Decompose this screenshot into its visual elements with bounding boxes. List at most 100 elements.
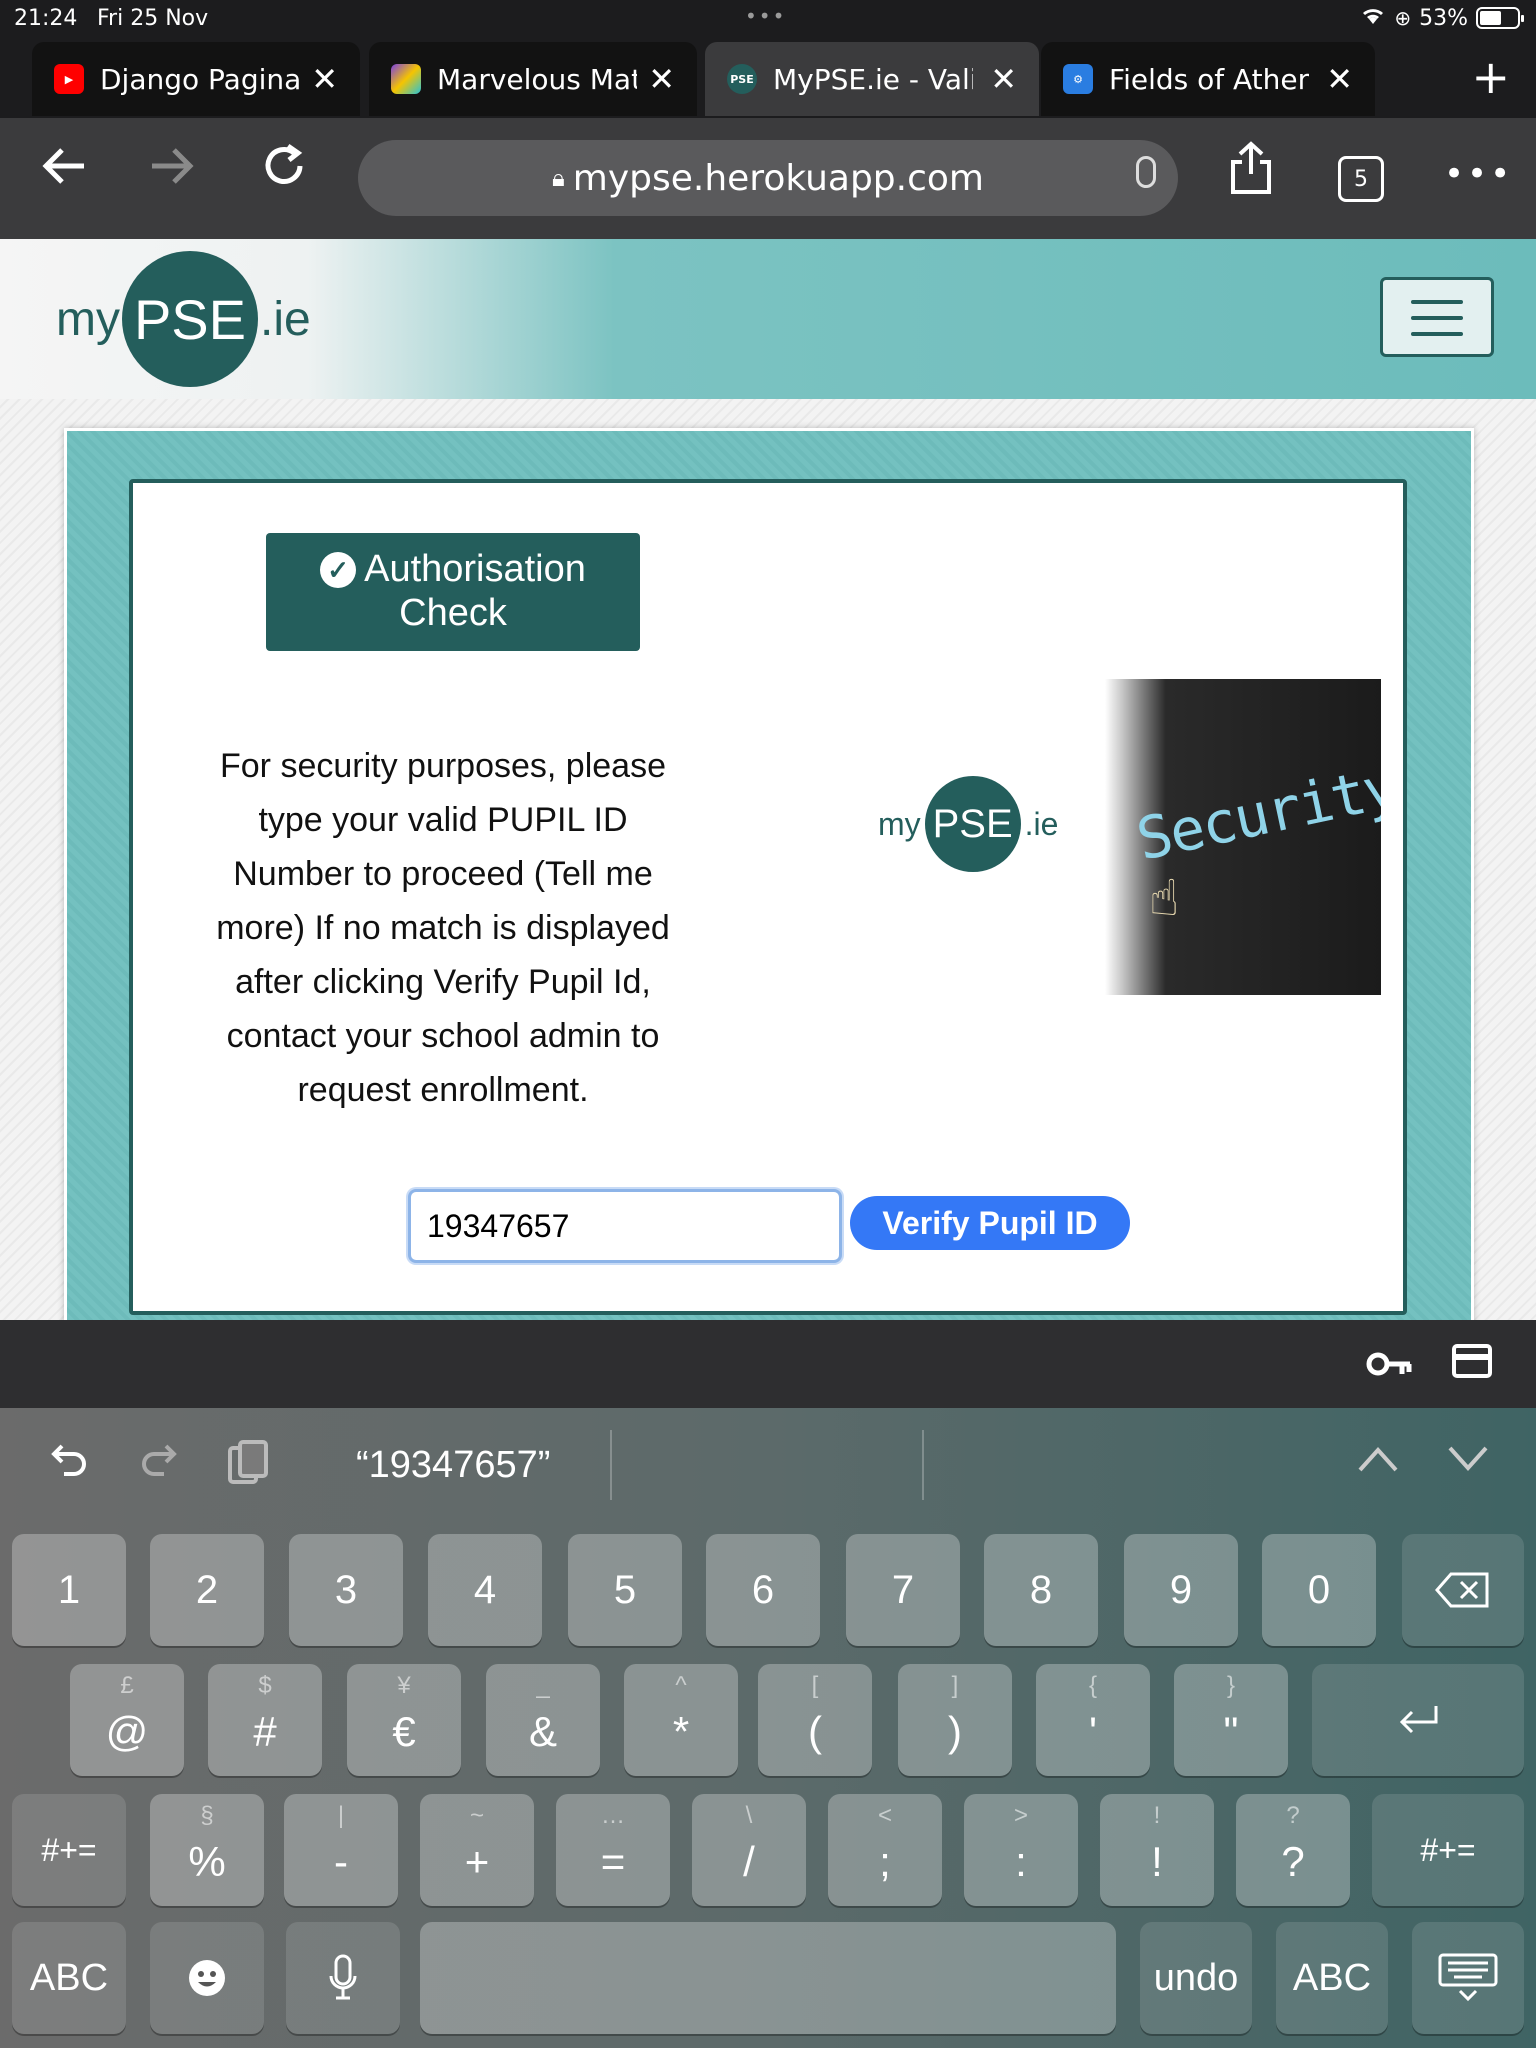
backspace-icon bbox=[1402, 1534, 1524, 1646]
previous-field-icon[interactable] bbox=[1356, 1438, 1400, 1484]
tab-fields-of-athen[interactable]: ⚙ Fields of Athen ✕ bbox=[1041, 42, 1375, 116]
authorisation-card: ✓ Authorisation Check For security purpos… bbox=[129, 479, 1407, 1315]
on-screen-keyboard: “19347657” 1 2 3 4 5 6 7 8 9 0 £ @ $ # ¥ € … bbox=[0, 1408, 1536, 2048]
hide-keyboard-key[interactable] bbox=[1412, 1922, 1524, 2034]
autocomplete-suggestion[interactable]: “19347657” bbox=[356, 1444, 550, 1487]
symbols-key-left[interactable]: #+= bbox=[12, 1794, 126, 1906]
youtube-icon: ▶ bbox=[54, 64, 84, 94]
address-bar[interactable]: 🔒︎ mypse.herokuapp.com bbox=[358, 140, 1178, 216]
key-euro[interactable]: ¥ € bbox=[347, 1664, 461, 1776]
security-image-text: Security bbox=[1130, 752, 1381, 874]
key-asterisk[interactable]: ^ * bbox=[624, 1664, 738, 1776]
emoji-key[interactable] bbox=[150, 1922, 264, 2034]
logo-my: my bbox=[878, 805, 921, 842]
more-menu-icon[interactable]: ••• bbox=[1444, 154, 1513, 194]
auth-line1: Authorisation bbox=[364, 548, 586, 590]
undo-key[interactable]: undo bbox=[1140, 1922, 1252, 2034]
close-tab-icon[interactable]: ✕ bbox=[990, 60, 1017, 98]
key-icon[interactable] bbox=[1366, 1344, 1414, 1384]
key-7[interactable]: 7 bbox=[846, 1534, 960, 1646]
key-hash[interactable]: $ # bbox=[208, 1664, 322, 1776]
key-6[interactable]: 6 bbox=[706, 1534, 820, 1646]
dictation-key[interactable] bbox=[286, 1922, 400, 2034]
status-bar: 21:24 Fri 25 Nov ••• ⊕ 53% bbox=[0, 0, 1536, 40]
battery-icon bbox=[1476, 7, 1524, 29]
key-question[interactable]: ?? bbox=[1236, 1794, 1350, 1906]
logo-pse: PSE bbox=[924, 776, 1021, 872]
space-key[interactable] bbox=[420, 1922, 1116, 2034]
tab-count-button[interactable]: 5 bbox=[1338, 156, 1384, 202]
redo-icon[interactable] bbox=[136, 1438, 180, 1492]
key-9[interactable]: 9 bbox=[1124, 1534, 1238, 1646]
multitasking-dots-icon[interactable]: ••• bbox=[745, 4, 786, 28]
site-logo-small: my PSE .ie bbox=[878, 776, 1058, 872]
key-quote[interactable]: } " bbox=[1174, 1664, 1288, 1776]
key-2[interactable]: 2 bbox=[150, 1534, 264, 1646]
site-logo[interactable]: my PSE .ie bbox=[56, 251, 311, 387]
security-message: For security purposes, please type your … bbox=[216, 747, 670, 1109]
key-plus[interactable]: ~ + bbox=[420, 1794, 534, 1906]
back-arrow-icon[interactable] bbox=[38, 140, 90, 205]
tab-mypse[interactable]: PSE MyPSE.ie - Vali ✕ bbox=[705, 42, 1039, 116]
key-percent[interactable]: §% bbox=[150, 1794, 264, 1906]
check-circle-icon: ✓ bbox=[320, 552, 357, 588]
url-text: mypse.herokuapp.com bbox=[572, 157, 984, 199]
key-semicolon[interactable]: <; bbox=[828, 1794, 942, 1906]
paste-icon[interactable] bbox=[226, 1438, 270, 1496]
hamburger-menu-button[interactable] bbox=[1380, 277, 1494, 357]
symbols-key-right[interactable]: #+= bbox=[1372, 1794, 1524, 1906]
tab-django-paginat[interactable]: ▶ Django Paginat ✕ bbox=[32, 42, 360, 116]
wifi-icon bbox=[1360, 4, 1386, 32]
tab-title: MyPSE.ie - Vali bbox=[773, 62, 973, 96]
security-image: Security ☝ bbox=[1105, 679, 1381, 995]
suggestion-separator bbox=[922, 1430, 924, 1500]
tab-title: Marvelous Matc bbox=[437, 62, 637, 96]
pointer-hand-icon: ☝ bbox=[1149, 869, 1180, 927]
close-tab-icon[interactable]: ✕ bbox=[311, 60, 338, 98]
abc-key-right[interactable]: ABC bbox=[1276, 1922, 1388, 2034]
microphone-icon bbox=[286, 1922, 400, 2034]
suggestion-separator bbox=[610, 1430, 612, 1500]
credit-card-icon[interactable] bbox=[1452, 1344, 1492, 1378]
close-tab-icon[interactable]: ✕ bbox=[648, 60, 675, 98]
key-3[interactable]: 3 bbox=[289, 1534, 403, 1646]
forward-arrow-icon[interactable] bbox=[146, 140, 198, 205]
abc-key-left[interactable]: ABC bbox=[12, 1922, 126, 2034]
key-slash[interactable]: \ / bbox=[692, 1794, 806, 1906]
key-ampersand[interactable]: _ & bbox=[486, 1664, 600, 1776]
logo-pse: PSE bbox=[121, 251, 258, 387]
verify-pupil-id-button[interactable]: Verify Pupil ID bbox=[850, 1196, 1130, 1250]
logo-ie: .ie bbox=[1024, 805, 1059, 842]
backspace-key[interactable] bbox=[1402, 1534, 1524, 1646]
auth-line2: Check bbox=[399, 592, 507, 634]
tab-title: Django Paginat bbox=[100, 62, 300, 96]
key-8[interactable]: 8 bbox=[984, 1534, 1098, 1646]
keyboard-dismiss-icon bbox=[1412, 1922, 1524, 2034]
key-apostrophe[interactable]: {' bbox=[1036, 1664, 1150, 1776]
reload-icon[interactable] bbox=[258, 140, 310, 205]
tab-marvelous-matc[interactable]: Marvelous Matc ✕ bbox=[369, 42, 697, 116]
key-at[interactable]: £ @ bbox=[70, 1664, 184, 1776]
key-close-paren[interactable]: ]) bbox=[898, 1664, 1012, 1776]
microphone-icon[interactable] bbox=[1136, 156, 1156, 188]
logo-my: my bbox=[56, 292, 120, 346]
next-field-icon[interactable] bbox=[1446, 1438, 1490, 1484]
return-key[interactable] bbox=[1312, 1664, 1524, 1776]
key-minus[interactable]: | - bbox=[284, 1794, 398, 1906]
new-tab-icon[interactable]: + bbox=[1471, 50, 1510, 104]
web-page: my PSE .ie ✓ Authorisation Check For secu… bbox=[0, 239, 1536, 1320]
key-equals[interactable]: … = bbox=[556, 1794, 670, 1906]
undo-icon[interactable] bbox=[48, 1438, 92, 1492]
key-colon[interactable]: >: bbox=[964, 1794, 1078, 1906]
status-date: Fri 25 Nov bbox=[97, 6, 209, 31]
key-1[interactable]: 1 bbox=[12, 1534, 126, 1646]
key-0[interactable]: 0 bbox=[1262, 1534, 1376, 1646]
key-5[interactable]: 5 bbox=[568, 1534, 682, 1646]
close-tab-icon[interactable]: ✕ bbox=[1326, 60, 1353, 98]
share-icon[interactable] bbox=[1228, 140, 1274, 209]
key-open-paren[interactable]: [( bbox=[758, 1664, 872, 1776]
key-exclamation[interactable]: !! bbox=[1100, 1794, 1214, 1906]
site-header: my PSE .ie bbox=[0, 239, 1536, 399]
key-4[interactable]: 4 bbox=[428, 1534, 542, 1646]
pupil-id-input[interactable] bbox=[408, 1189, 842, 1263]
